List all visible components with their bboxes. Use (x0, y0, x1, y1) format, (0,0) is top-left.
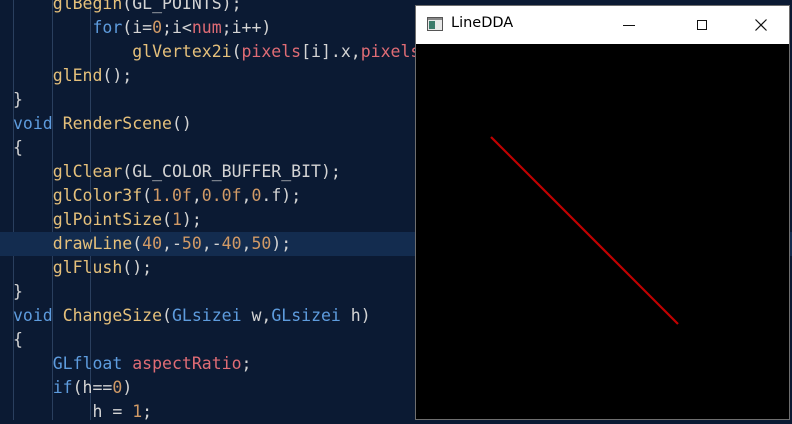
window-title: LineDDA (451, 15, 514, 31)
close-button[interactable] (738, 6, 784, 44)
maximize-button[interactable] (679, 6, 725, 44)
code-text: glColor3f(1.0f,0.0f,0.f); (52, 186, 302, 205)
code-text: glVertex2i(pixels[i].x,pixels[ (132, 42, 430, 61)
title-bar[interactable]: LineDDA (416, 6, 789, 44)
code-text: GLfloat aspectRatio; (52, 354, 252, 373)
code-text: for(i=0;i<num;i++) (92, 18, 272, 37)
code-text: { (13, 330, 23, 349)
code-text: } (13, 90, 23, 109)
code-text: void ChangeSize(GLsizei w,GLsizei h) (13, 306, 371, 325)
code-text: void RenderScene() (13, 114, 192, 133)
code-text: h = 1; (13, 402, 153, 421)
maximize-icon (697, 20, 707, 30)
window-app-icon (427, 17, 443, 31)
canvas-drawing (490, 136, 679, 325)
code-text: glClear(GL_COLOR_BUFFER_BIT); (52, 162, 341, 181)
code-text: if(h==0) (52, 378, 133, 397)
close-icon (755, 19, 767, 31)
minimize-icon (623, 24, 635, 26)
render-canvas[interactable] (416, 44, 789, 419)
code-text: glBegin(GL_POINTS); (52, 0, 242, 13)
code-text: glPointSize(1); (52, 210, 202, 229)
linedda-window[interactable]: LineDDA (415, 5, 790, 420)
code-text: { (13, 138, 23, 157)
code-text: } (13, 282, 23, 301)
code-text: glEnd(); (52, 66, 133, 85)
code-text: glFlush(); (52, 258, 153, 277)
dda-line (490, 136, 679, 325)
minimize-button[interactable] (606, 6, 652, 44)
code-text: drawLine(40,-50,-40,50); (52, 234, 292, 253)
